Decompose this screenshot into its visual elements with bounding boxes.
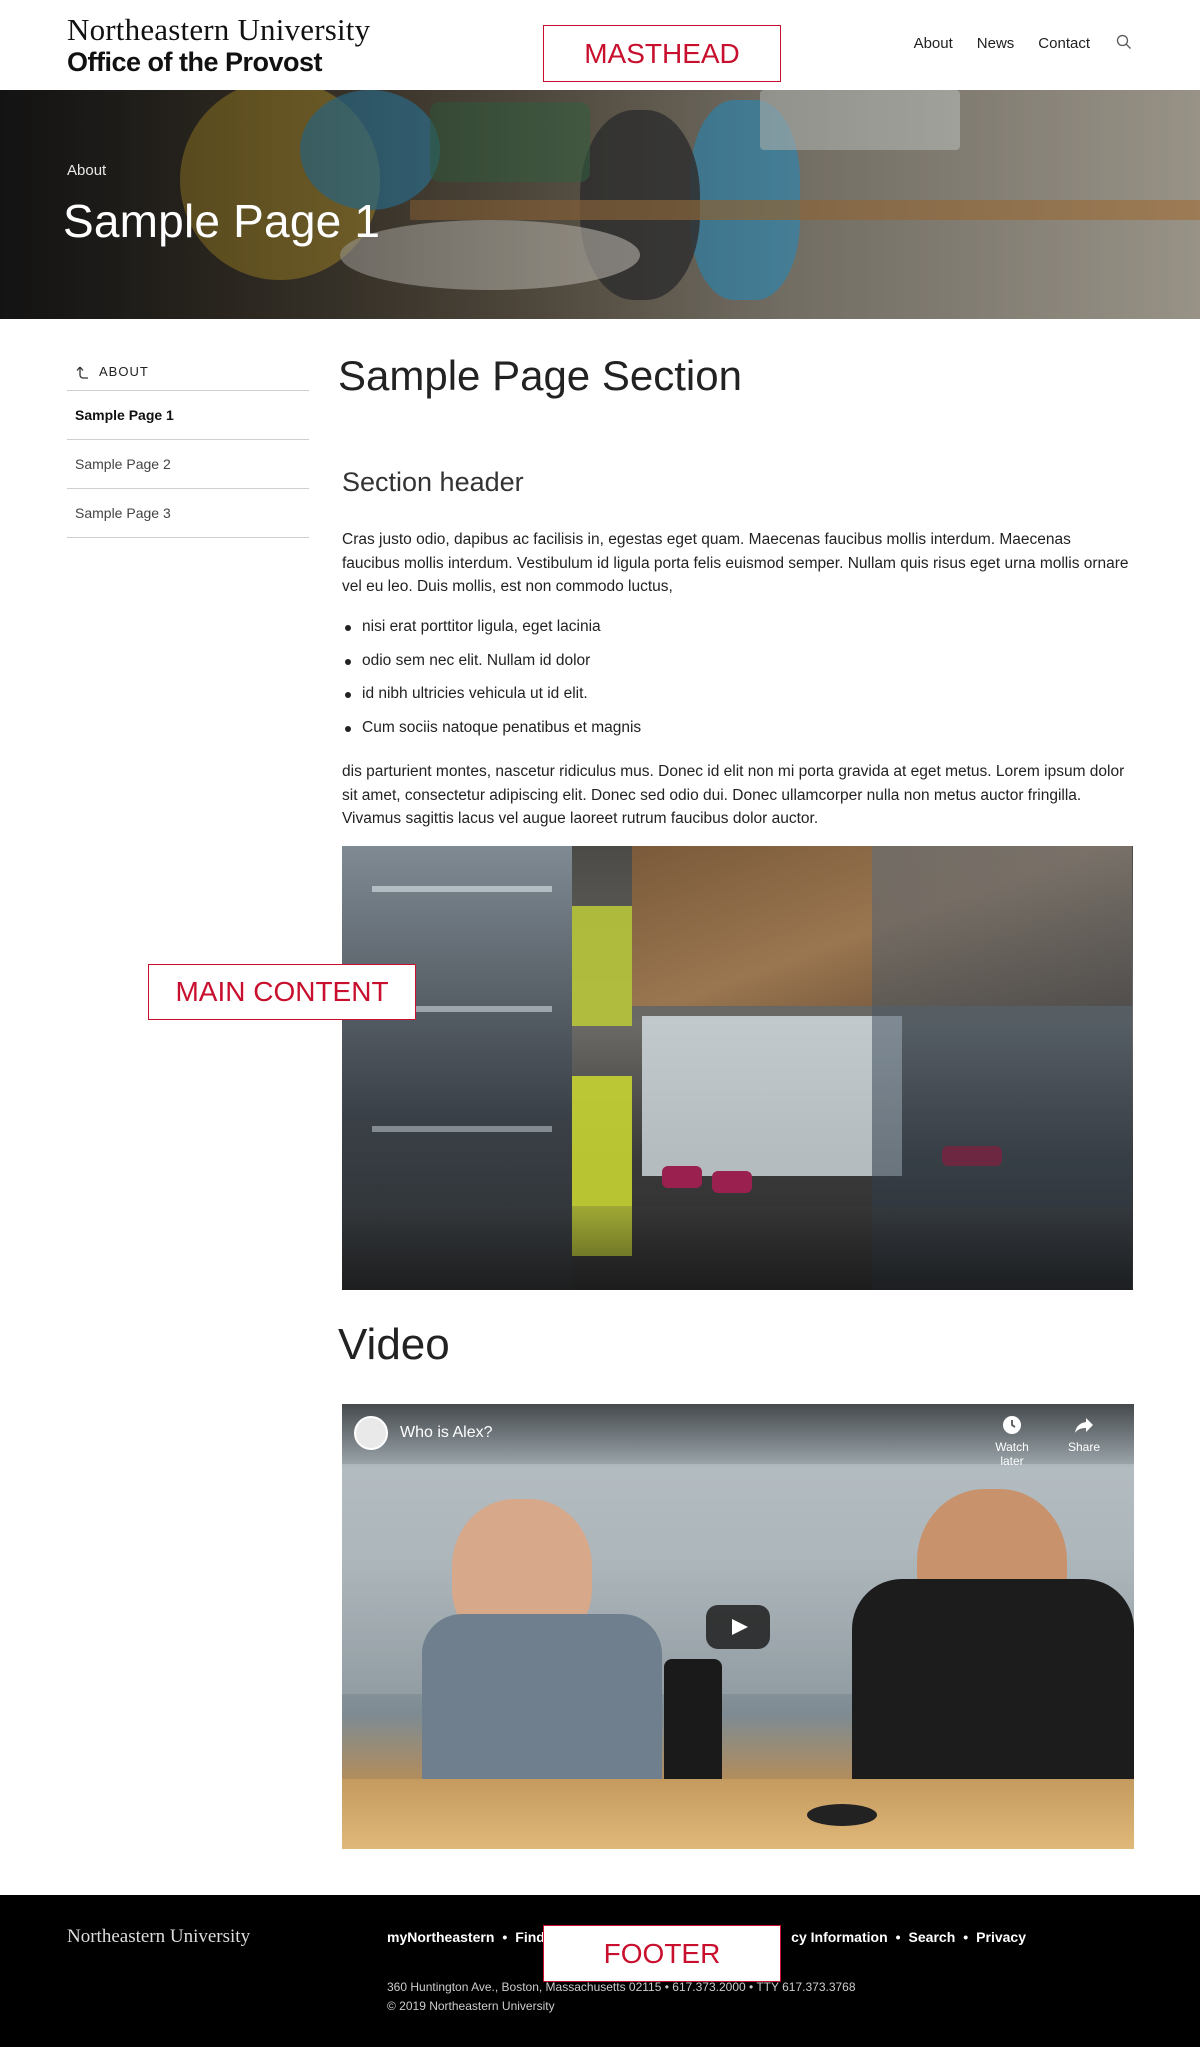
list-item: nisi erat porttitor ligula, eget lacinia [342,615,1122,649]
sidebar-item-sample-page-1[interactable]: Sample Page 1 [67,391,309,440]
footer-label: FOOTER [543,1925,781,1982]
paragraph-2: dis parturient montes, nascetur ridiculu… [342,763,1125,827]
return-up-icon [76,366,88,379]
sidebar-parent-label: ABOUT [99,364,149,379]
logo-university[interactable]: Northeastern University [67,12,370,48]
footer-address: 360 Huntington Ave., Boston, Massachuset… [387,1980,856,1994]
hero-banner: About Sample Page 1 [0,90,1200,319]
list-item: odio sem nec elit. Nullam id dolor [342,649,1122,683]
search-icon[interactable] [1116,34,1134,52]
footer-link-search[interactable]: Search [909,1929,956,1945]
video-player[interactable]: Who is Alex? Watch later Share [342,1404,1134,1849]
page-title: Sample Page 1 [63,195,381,247]
sidebar-item-sample-page-2[interactable]: Sample Page 2 [67,440,309,489]
footer-link-mynortheastern[interactable]: myNortheastern [387,1929,494,1945]
sidebar-nav: ABOUT Sample Page 1 Sample Page 2 Sample… [67,353,309,538]
paragraph-1: Cras justo odio, dapibus ac facilisis in… [342,531,1129,595]
video-heading: Video [338,1320,450,1369]
list-item: Cum sociis natoque penatibus et magnis [342,716,1122,750]
main-nav: About News Contact [890,34,1134,52]
logo-office[interactable]: Office of the Provost [67,47,323,78]
share-button[interactable]: Share [1054,1414,1114,1454]
clock-icon [1003,1416,1021,1434]
list-item: id nibh ultricies vehicula ut id elit. [342,682,1122,716]
nav-contact[interactable]: Contact [1038,35,1090,52]
footer-copyright: © 2019 Northeastern University [387,1999,555,2013]
masthead-label: MASTHEAD [543,25,781,82]
watch-later-button[interactable]: Watch later [982,1414,1042,1468]
sidebar-item-sample-page-3[interactable]: Sample Page 3 [67,489,309,538]
channel-avatar[interactable] [354,1416,388,1450]
bullet-list: nisi erat porttitor ligula, eget lacinia… [342,615,1122,749]
nav-news[interactable]: News [977,35,1015,52]
footer-logo[interactable]: Northeastern University [67,1926,250,1948]
nav-about[interactable]: About [914,35,953,52]
footer-link-information[interactable]: cy Information [791,1929,887,1945]
share-icon [1075,1418,1093,1433]
sidebar-parent-link[interactable]: ABOUT [67,353,309,391]
footer-link-privacy[interactable]: Privacy [976,1929,1026,1945]
play-button[interactable] [706,1605,770,1649]
section-subheading: Section header [342,467,524,497]
main-content-label: MAIN CONTENT [148,964,416,1020]
building-interior-photo [342,846,1133,1290]
breadcrumb[interactable]: About [67,162,106,179]
video-title[interactable]: Who is Alex? [400,1424,492,1442]
section-heading: Sample Page Section [338,352,742,399]
